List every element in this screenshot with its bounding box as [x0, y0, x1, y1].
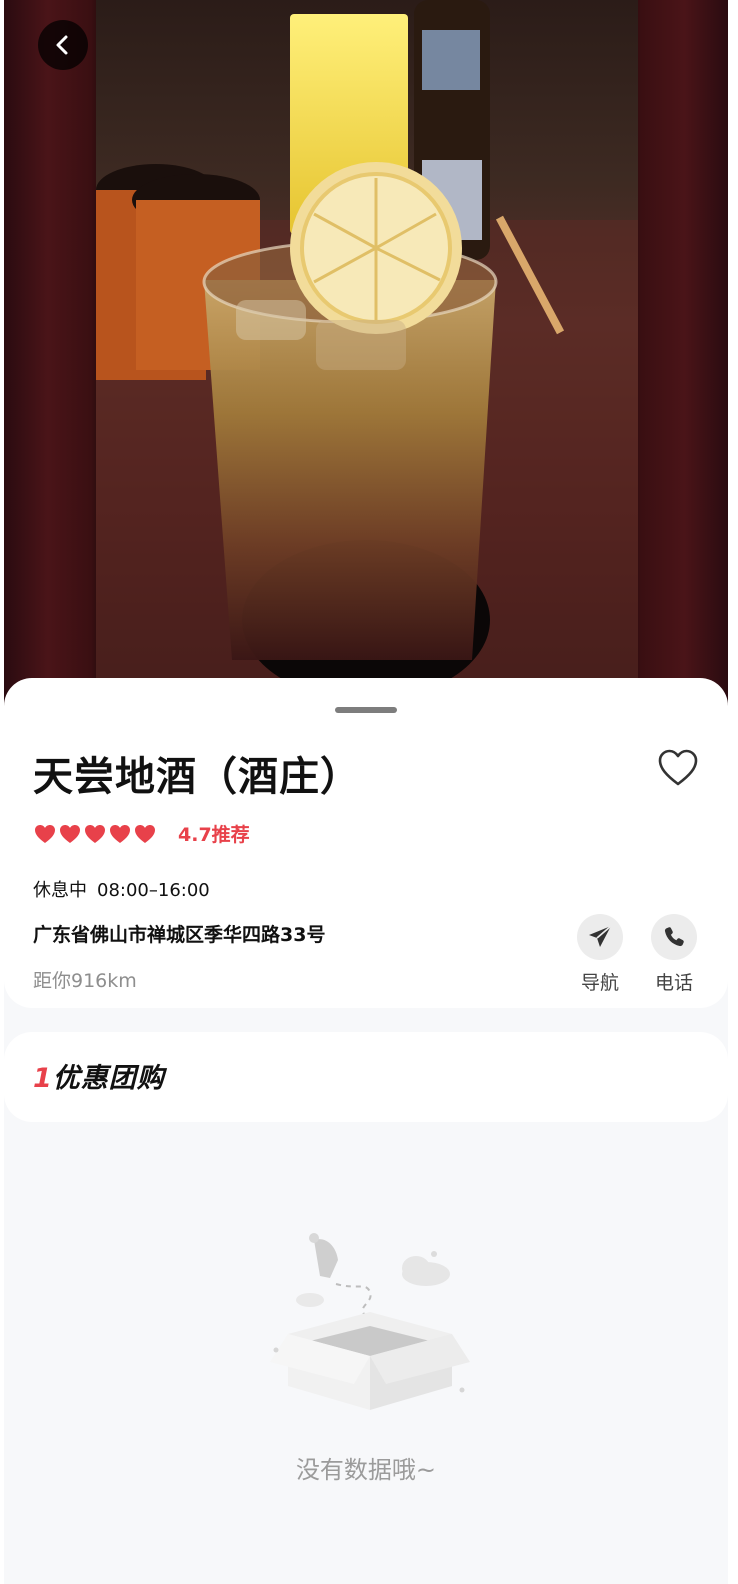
shop-distance: 距你916km [33, 970, 137, 992]
shop-name: 天尝地酒（酒庄） [33, 754, 361, 800]
shop-info-card: 天尝地酒（酒庄） 4.7推荐 休息中 08:00–16:00 广东省佛山市禅城区季… [4, 678, 728, 1008]
call-label: 电话 [654, 972, 693, 994]
business-hours: 08:00–16:00 [97, 880, 210, 901]
heart-icon [60, 825, 80, 843]
group-deals-title-text: 优惠团购 [52, 1063, 165, 1094]
chevron-left-icon [56, 35, 68, 55]
shop-photo-banner[interactable] [4, 0, 728, 720]
back-button[interactable] [38, 20, 88, 70]
group-deals-title-mark: 1 [33, 1063, 53, 1094]
heart-outline-icon [658, 749, 698, 786]
heart-icon [35, 825, 55, 843]
call-button[interactable]: 电话 [644, 914, 704, 995]
phone-icon [664, 927, 684, 947]
call-icon-circle [651, 914, 697, 960]
group-deals-card: 1优惠团购 [4, 1032, 728, 1122]
drag-handle[interactable] [335, 707, 397, 713]
rating-text: 4.7推荐 [178, 824, 250, 846]
empty-box-icon [266, 1230, 476, 1424]
navigate-button[interactable]: 导航 [570, 914, 630, 995]
group-deals-title: 1优惠团购 [33, 1056, 165, 1095]
app-frame: 天尝地酒（酒庄） 4.7推荐 休息中 08:00–16:00 广东省佛山市禅城区季… [4, 0, 728, 1584]
heart-icon [135, 825, 155, 843]
open-status: 休息中 [33, 880, 87, 901]
navigate-label: 导航 [580, 972, 619, 994]
paper-plane-icon [589, 925, 612, 947]
shop-photo [96, 0, 638, 720]
heart-icon [85, 825, 105, 843]
rating-hearts [34, 824, 156, 844]
shop-address[interactable]: 广东省佛山市禅城区季华四路33号 [33, 920, 325, 947]
navigate-icon-circle [577, 914, 623, 960]
business-status: 休息中 08:00–16:00 [33, 876, 210, 902]
empty-state-text: 没有数据哦~ [295, 1456, 437, 1484]
favorite-button[interactable] [656, 748, 700, 788]
heart-icon [110, 825, 130, 843]
